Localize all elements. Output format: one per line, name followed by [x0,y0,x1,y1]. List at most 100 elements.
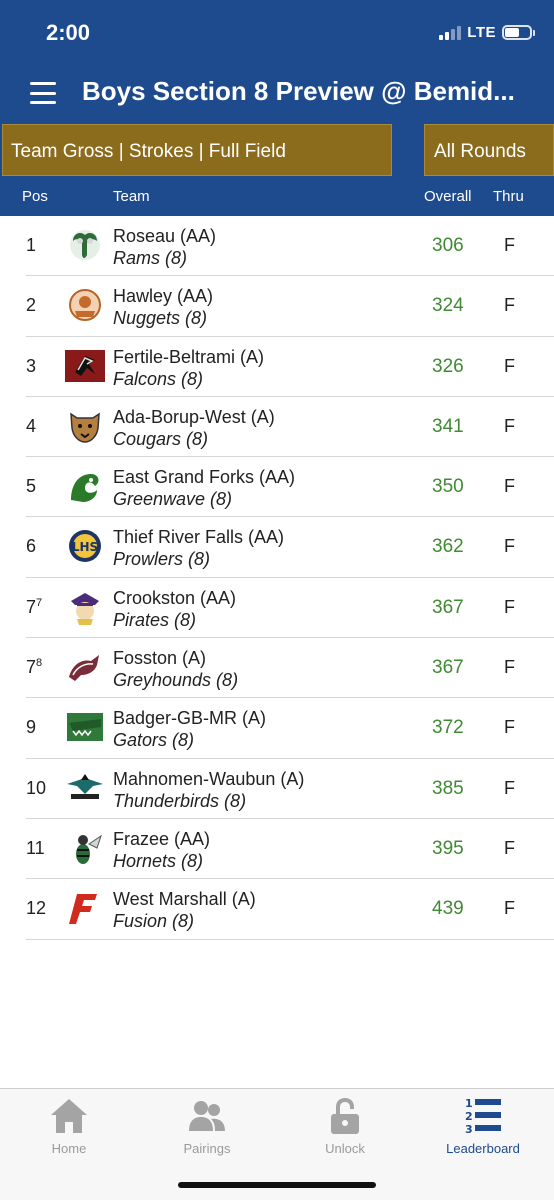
table-row[interactable]: 10 Mahnomen-Waubun (A) Thunderbirds (8) 385… [26,759,554,819]
thru-status: F [504,837,515,858]
page-title: Boys Section 8 Preview @ Bemid... [82,76,515,106]
thru-status: F [504,657,515,678]
position: 78 [26,657,43,678]
leaderboard-list: 1 Roseau (AA) Rams (8) 306 F 2 Hawley (AA) Nugg… [0,216,554,940]
thru-status: F [504,295,515,316]
team-mascot: Rams (8) [113,248,188,268]
scoring-filter-button[interactable]: Team Gross | Strokes | Full Field [2,124,392,176]
thru-status: F [504,415,515,436]
svg-text:3: 3 [465,1123,473,1136]
cougar-logo-icon [65,408,105,444]
gator-logo-icon [65,709,105,745]
position: 4 [26,415,37,436]
menu-icon[interactable] [30,82,56,104]
svg-text:2: 2 [465,1110,473,1123]
tab-home[interactable]: Home [0,1095,138,1165]
table-row[interactable]: 11 Frazee (AA) Hornets (8) 395 F [26,819,554,880]
position: 11 [26,837,45,858]
falcon-logo-icon [65,348,105,384]
fusion-logo-icon [65,890,105,926]
table-row[interactable]: 1 Roseau (AA) Rams (8) 306 F [26,216,554,277]
table-row[interactable]: 2 Hawley (AA) Nuggets (8) 324 F [26,276,554,337]
team-name: Fosston (A) [113,648,207,669]
column-header-pos: Pos [22,188,48,205]
team-mascot: Gators (8) [113,730,195,751]
thru-status: F [504,355,515,376]
tab-pairings[interactable]: Pairings [138,1095,276,1165]
pirate-logo-icon [65,589,105,625]
column-header-thru: Thru [493,188,524,205]
column-header-overall: Overall [424,188,472,205]
team-name: Badger-GB-MR (A) [113,708,267,729]
table-row[interactable]: 3 Fertile-Beltrami (A) Falcons (8) 326 F [26,337,554,397]
thru-status: F [504,777,515,798]
team-name: Mahnomen-Waubun (A) [113,768,305,789]
overall-score: 362 [432,536,464,558]
team-name: East Grand Forks (AA) [113,467,296,488]
home-indicator [178,1182,376,1188]
thunderbird-logo-icon [65,770,105,806]
tab-unlock[interactable]: Unlock [276,1095,414,1165]
unlock-icon [331,1098,359,1134]
overall-score: 395 [432,837,464,859]
team-mascot: Hornets (8) [113,850,204,871]
team-mascot: Fusion (8) [113,911,195,932]
thru-status: F [504,536,515,557]
team-name: Frazee (AA) [113,828,211,849]
tab-unlock-label: Unlock [325,1141,365,1156]
greenwave-logo-icon [65,468,105,504]
thru-status: F [504,898,515,919]
status-indicators: LTE [439,24,535,41]
tab-leaderboard-label: Leaderboard [446,1141,520,1156]
position: 77 [26,596,43,617]
tab-leaderboard[interactable]: 1 2 3 Leaderboard [414,1095,552,1165]
signal-icon [439,25,462,40]
position: 10 [26,777,47,798]
table-row[interactable]: 77 Crookston (AA) Pirates (8) 367 F [26,578,554,639]
overall-score: 306 [432,235,464,256]
overall-score: 367 [432,657,464,679]
pairings-icon [189,1101,225,1131]
thru-status: F [504,476,515,497]
greyhound-logo-icon [65,649,105,685]
team-name: Hawley (AA) [113,286,214,307]
team-mascot: Thunderbirds (8) [113,790,247,811]
team-name: Ada-Borup-West (A) [113,406,275,427]
team-name: Crookston (AA) [113,587,237,608]
table-row[interactable]: 5 East Grand Forks (AA) Greenwave (8) 350 F [26,457,554,518]
hornet-logo-icon [65,830,105,866]
team-mascot: Nuggets (8) [113,308,208,329]
position: 1 [26,235,37,255]
team-mascot: Greyhounds (8) [113,670,239,691]
overall-score: 367 [432,596,464,618]
thru-status: F [504,235,515,255]
position: 6 [26,536,37,557]
filter-bar: Team Gross | Strokes | Full Field All Ro… [0,122,554,178]
overall-score: 341 [432,415,464,437]
table-row[interactable]: 9 Badger-GB-MR (A) Gators (8) 372 F [26,698,554,759]
status-bar: 2:00 LTE [0,0,554,64]
battery-icon [502,25,535,40]
table-row[interactable]: 78 Fosston (A) Greyhounds (8) 367 F [26,638,554,699]
table-row[interactable]: 12 West Marshall (A) Fusion (8) 439 F [26,879,554,940]
position-tiebreak: 7 [36,596,43,609]
team-mascot: Falcons (8) [113,368,204,389]
table-row[interactable]: 4 Ada-Borup-West (A) Cougars (8) 341 F [26,397,554,458]
team-name: Thief River Falls (AA) [113,527,285,548]
prowler-logo-icon: LHS [65,528,105,564]
network-label: LTE [467,24,496,41]
thru-status: F [504,596,515,617]
position: 9 [26,717,37,738]
rounds-filter-button[interactable]: All Rounds [424,124,554,176]
nav-bar: Boys Section 8 Preview @ Bemid... [0,64,554,122]
table-row[interactable]: 6 LHS Thief River Falls (AA) Prowlers (8) 36… [26,517,554,578]
overall-score: 385 [432,777,464,799]
position: 12 [26,898,47,919]
team-name: Fertile-Beltrami (A) [113,346,265,367]
column-header-team: Team [113,188,150,205]
overall-score: 372 [432,717,464,739]
team-name: West Marshall (A) [113,889,256,910]
nugget-logo-icon [65,287,105,323]
ram-logo-icon [65,227,105,263]
position: 5 [26,476,37,497]
